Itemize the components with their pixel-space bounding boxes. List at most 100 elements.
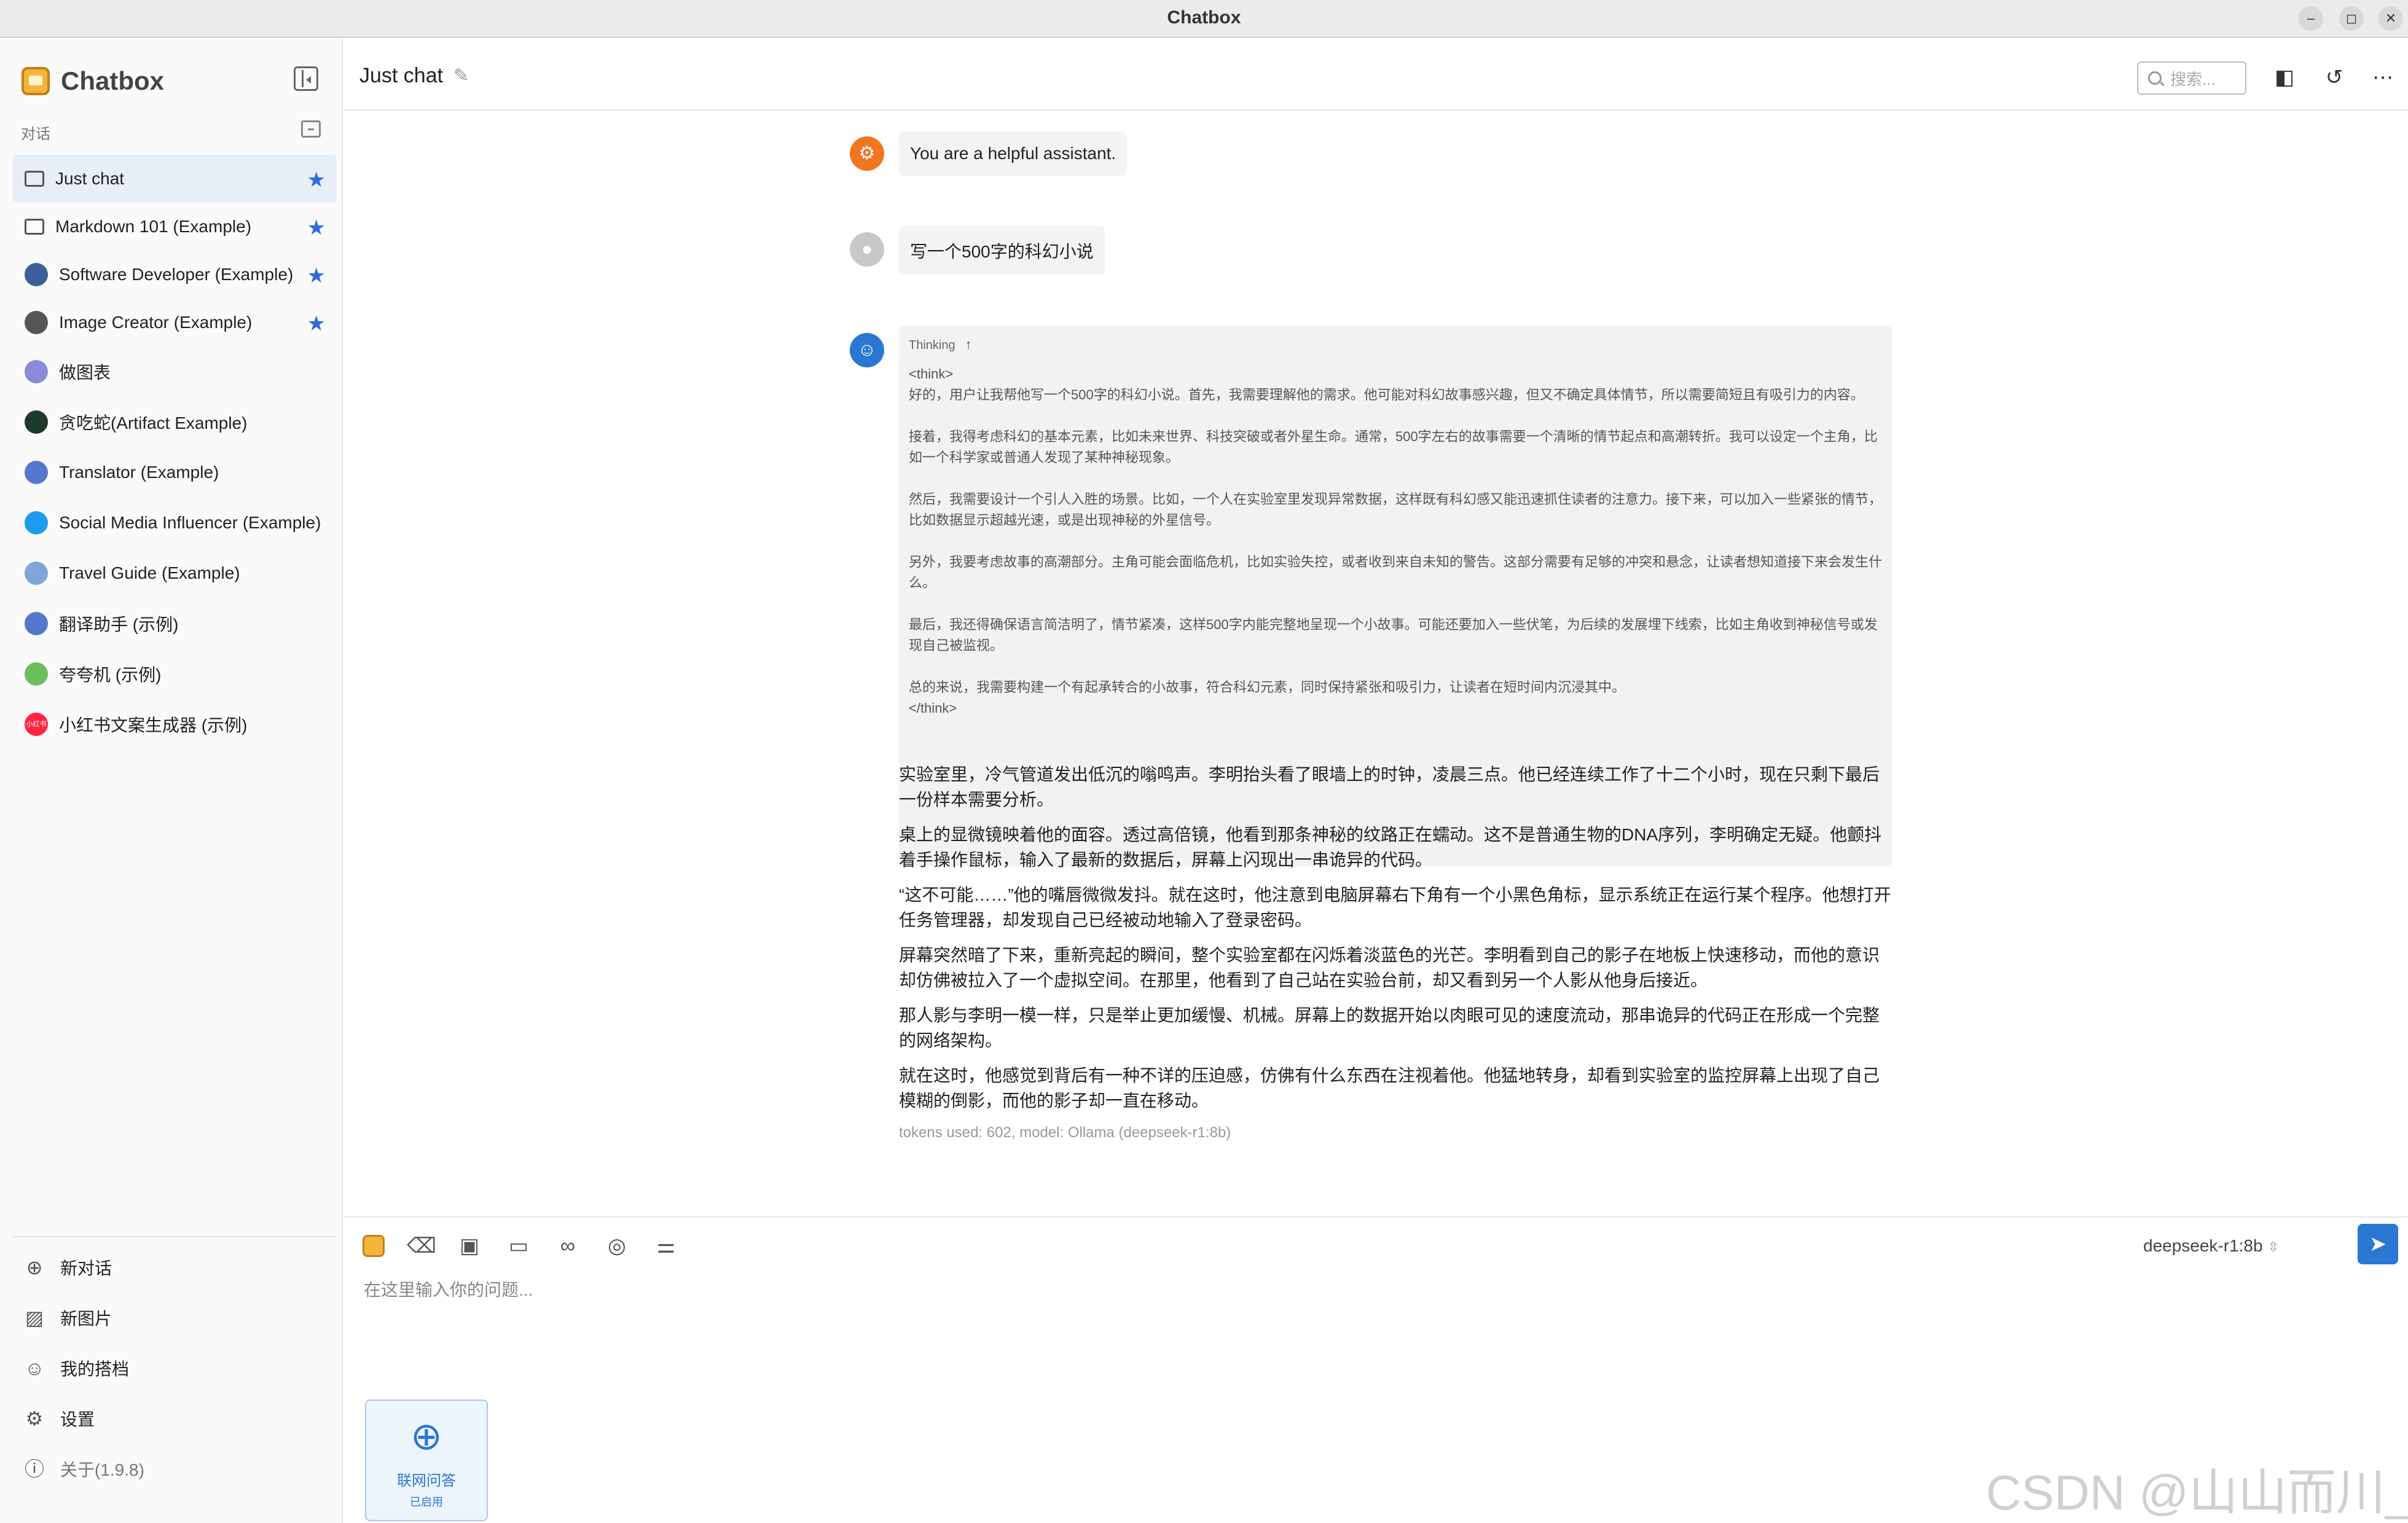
web-search-label: 联网问答 [397, 1473, 456, 1489]
session-label: 做图表 [59, 363, 111, 382]
session-label: 夸夸机 (示例) [59, 665, 162, 684]
chat-title: Just chat [359, 64, 444, 87]
window-title: Chatbox [1167, 7, 1241, 28]
answer-paragraph: 桌上的显微镜映着他的面容。透过高倍镜，他看到那条神秘的纹路正在蠕动。这不是普通生… [899, 825, 1882, 869]
sidebar-session-item[interactable]: Software Developer (Example) ★ [12, 251, 337, 299]
session-label: Social Media Influencer (Example) [59, 513, 321, 532]
about-label: 关于(1.9.8) [60, 1460, 144, 1479]
assistant-answer: 实验室里，冷气管道发出低沉的嗡鸣声。李明抬头看了眼墙上的时钟，凌晨三点。他已经连… [899, 762, 1894, 1123]
split-view-icon[interactable]: ◧ [2272, 65, 2297, 90]
new-chat-label: 新对话 [60, 1259, 112, 1278]
sidebar-session-item[interactable]: Travel Guide (Example) [12, 548, 337, 598]
web-search-status: 已启用 [410, 1496, 443, 1508]
flower-icon [25, 662, 48, 686]
archive-icon[interactable] [301, 120, 321, 138]
thinking-label: Thinking [909, 339, 955, 352]
user-message: 写一个500字的科幻小说 [899, 226, 1105, 275]
send-icon: ➤ [2369, 1232, 2387, 1256]
model-select[interactable]: deepseek-r1:8b ⇳ [2143, 1236, 2279, 1256]
about-button[interactable]: ⓘ 关于(1.9.8) [12, 1444, 337, 1494]
chatbox-logo-icon [22, 67, 50, 95]
new-image-button[interactable]: ▨ 新图片 [12, 1293, 337, 1343]
chart-icon [25, 360, 48, 383]
image-icon [25, 311, 48, 334]
assistant-avatar-robot-icon: ☺ [850, 333, 884, 367]
sidebar-session-item[interactable]: Translator (Example) [12, 447, 337, 498]
sidebar-session-item[interactable]: 夸夸机 (示例) [12, 649, 337, 699]
message-area: ⚙ You are a helpful assistant. ● 写一个500字… [344, 112, 2408, 1218]
think-paragraph: 最后，我还得确保语言简洁明了，情节紧凑，这样500字内能完整地呈现一个小故事。可… [909, 617, 1878, 653]
sidebar-session-item[interactable]: 贪吃蛇(Artifact Example) [12, 397, 337, 447]
star-icon[interactable]: ★ [307, 313, 326, 334]
section-label: 对话 [21, 126, 50, 143]
message-input[interactable]: 在这里输入你的问题... [364, 1277, 533, 1301]
user-avatar-icon: ● [850, 232, 884, 267]
more-icon[interactable]: ⋯ [2371, 65, 2395, 90]
globe-icon[interactable]: ◎ [603, 1232, 630, 1259]
send-button[interactable]: ➤ [2358, 1224, 2398, 1264]
session-label: 小红书文案生成器 (示例) [59, 716, 248, 735]
session-list: Just chat ★ Markdown 101 (Example) ★ Softwar… [12, 155, 337, 750]
settings-button[interactable]: ⚙ 设置 [12, 1393, 337, 1444]
image-add-icon: ▨ [25, 1307, 44, 1329]
think-paragraph: 另外，我要考虑故事的高潮部分。主角可能会面临危机，比如实验失控，或者收到来自未知… [909, 554, 1883, 590]
star-icon[interactable]: ★ [307, 265, 326, 286]
sidebar-session-item[interactable]: 做图表 [12, 346, 337, 397]
model-name: deepseek-r1:8b [2143, 1236, 2263, 1255]
minimize-button[interactable]: – [2299, 6, 2323, 31]
search-placeholder: 搜索... [2170, 69, 2216, 88]
search-input[interactable]: 搜索... [2137, 61, 2246, 95]
brand-name: Chatbox [61, 66, 164, 95]
think-close-tag: </think> [909, 700, 957, 716]
my-partners-button[interactable]: ☺ 我的搭档 [12, 1343, 337, 1393]
answer-paragraph: 就在这时，他感觉到背后有一种不详的压迫感，仿佛有什么东西在注视着他。他猛地转身，… [899, 1066, 1880, 1110]
pencil-icon[interactable]: ✎ [453, 65, 469, 87]
new-chat-button[interactable]: ⊕ 新对话 [12, 1242, 337, 1293]
snake-game-icon [25, 410, 48, 434]
sidebar-bottom: ⊕ 新对话 ▨ 新图片 ☺ 我的搭档 ⚙ 设置 ⓘ 关于(1.9.8) [12, 1236, 337, 1494]
link-icon[interactable]: ∞ [554, 1232, 581, 1259]
chat-bubble-icon [25, 219, 44, 235]
think-paragraph: 然后，我需要设计一个引人入胜的场景。比如，一个人在实验室里发现异常数据，这样既有… [909, 491, 1883, 528]
system-message: You are a helpful assistant. [899, 131, 1128, 176]
session-label: Just chat [55, 169, 125, 188]
system-avatar-gear-icon: ⚙ [850, 136, 884, 171]
session-label: 翻译助手 (示例) [59, 615, 179, 634]
watermark: CSDN @山山而川_R [1986, 1465, 2408, 1520]
history-icon[interactable]: ↺ [2322, 65, 2347, 90]
sidebar-session-item[interactable]: Social Media Influencer (Example) [12, 498, 337, 548]
chat-header: Just chat ✎ 搜索... ◧ ↺ ⋯ [344, 39, 2408, 111]
thinking-toggle[interactable]: Thinking ↑ [909, 337, 1882, 353]
sidebar-session-item[interactable]: Image Creator (Example) ★ [12, 299, 337, 346]
think-paragraph: 好的，用户让我帮他写一个500字的科幻小说。首先，我需要理解他的需求。他可能对科… [909, 387, 1864, 402]
brand: Chatbox [22, 63, 164, 100]
sliders-icon[interactable]: ⚌ [653, 1232, 680, 1259]
image-icon[interactable]: ▣ [456, 1232, 483, 1259]
collapse-sidebar-icon[interactable] [294, 66, 318, 91]
session-label: Markdown 101 (Example) [55, 217, 252, 236]
think-open-tag: <think> [909, 366, 954, 382]
window-titlebar: Chatbox – ◻ ✕ [0, 0, 2408, 38]
folder-icon[interactable]: ▭ [505, 1232, 532, 1259]
developer-avatar-icon [25, 263, 48, 286]
message-meta: tokens used: 602, model: Ollama (deepsee… [899, 1124, 1231, 1141]
star-icon[interactable]: ★ [307, 170, 326, 190]
answer-paragraph: 屏幕突然暗了下来，重新亮起的瞬间，整个实验室都在闪烁着淡蓝色的光芒。李明看到自己… [899, 946, 1880, 990]
web-search-card[interactable]: ⊕ 联网问答 已启用 [365, 1400, 488, 1521]
chatbox-mini-icon[interactable] [363, 1235, 385, 1257]
sidebar-session-item[interactable]: Markdown 101 (Example) ★ [12, 203, 337, 251]
sidebar-session-item[interactable]: 翻译助手 (示例) [12, 598, 337, 649]
session-label: Translator (Example) [59, 463, 219, 482]
input-toolbar: ⌫ ▣ ▭ ∞ ◎ ⚌ [363, 1227, 702, 1264]
maximize-button[interactable]: ◻ [2339, 6, 2364, 31]
sidebar-session-item[interactable]: Just chat ★ [12, 155, 337, 203]
eraser-icon[interactable]: ⌫ [407, 1232, 436, 1259]
sidebar-session-item[interactable]: 小红书 小红书文案生成器 (示例) [12, 699, 337, 750]
my-partners-label: 我的搭档 [60, 1360, 130, 1379]
settings-label: 设置 [60, 1410, 95, 1429]
thinking-content: <think> 好的，用户让我帮他写一个500字的科幻小说。首先，我需要理解他的… [909, 364, 1882, 719]
star-icon[interactable]: ★ [307, 217, 326, 238]
close-button[interactable]: ✕ [2379, 6, 2403, 31]
translator-icon [25, 461, 48, 484]
answer-paragraph: 实验室里，冷气管道发出低沉的嗡鸣声。李明抬头看了眼墙上的时钟，凌晨三点。他已经连… [899, 765, 1880, 809]
